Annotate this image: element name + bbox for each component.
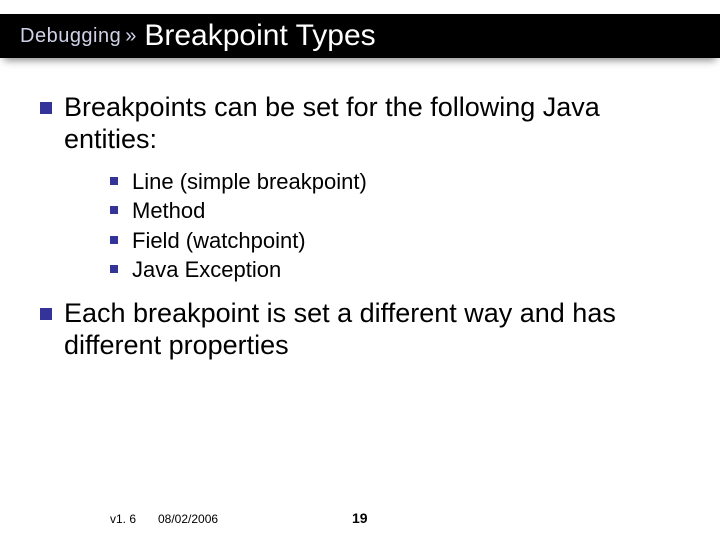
list-item: Method: [110, 197, 668, 225]
square-bullet-icon: [110, 177, 122, 196]
square-bullet-icon: [40, 102, 54, 156]
bullet-text: Breakpoints can be set for the following…: [64, 92, 668, 156]
breadcrumb: Debugging: [20, 25, 121, 48]
bullet-text: Each breakpoint is set a different way a…: [64, 298, 668, 362]
bullet-text: Line (simple breakpoint): [132, 168, 367, 196]
page-title: Breakpoint Types: [144, 19, 375, 53]
square-bullet-icon: [110, 236, 122, 255]
bullet-text: Method: [132, 197, 205, 225]
list-item: Line (simple breakpoint): [110, 168, 668, 196]
breadcrumb-separator: »: [125, 25, 136, 48]
square-bullet-icon: [110, 265, 122, 284]
date-label: 08/02/2006: [158, 512, 218, 526]
version-label: v1. 6: [110, 512, 136, 526]
list-item: Java Exception: [110, 256, 668, 284]
list-item: Each breakpoint is set a different way a…: [40, 298, 668, 362]
bullet-text: Field (watchpoint): [132, 227, 306, 255]
title-bar: Debugging » Breakpoint Types: [0, 14, 720, 58]
page-number: 19: [352, 510, 368, 526]
list-item: Field (watchpoint): [110, 227, 668, 255]
bullet-text: Java Exception: [132, 256, 281, 284]
square-bullet-icon: [110, 206, 122, 225]
list-item: Breakpoints can be set for the following…: [40, 92, 668, 156]
square-bullet-icon: [40, 308, 54, 362]
content-area: Breakpoints can be set for the following…: [0, 78, 720, 361]
slide: Debugging » Breakpoint Types Breakpoints…: [0, 0, 720, 540]
sub-list: Line (simple breakpoint) Method Field (w…: [110, 168, 668, 284]
